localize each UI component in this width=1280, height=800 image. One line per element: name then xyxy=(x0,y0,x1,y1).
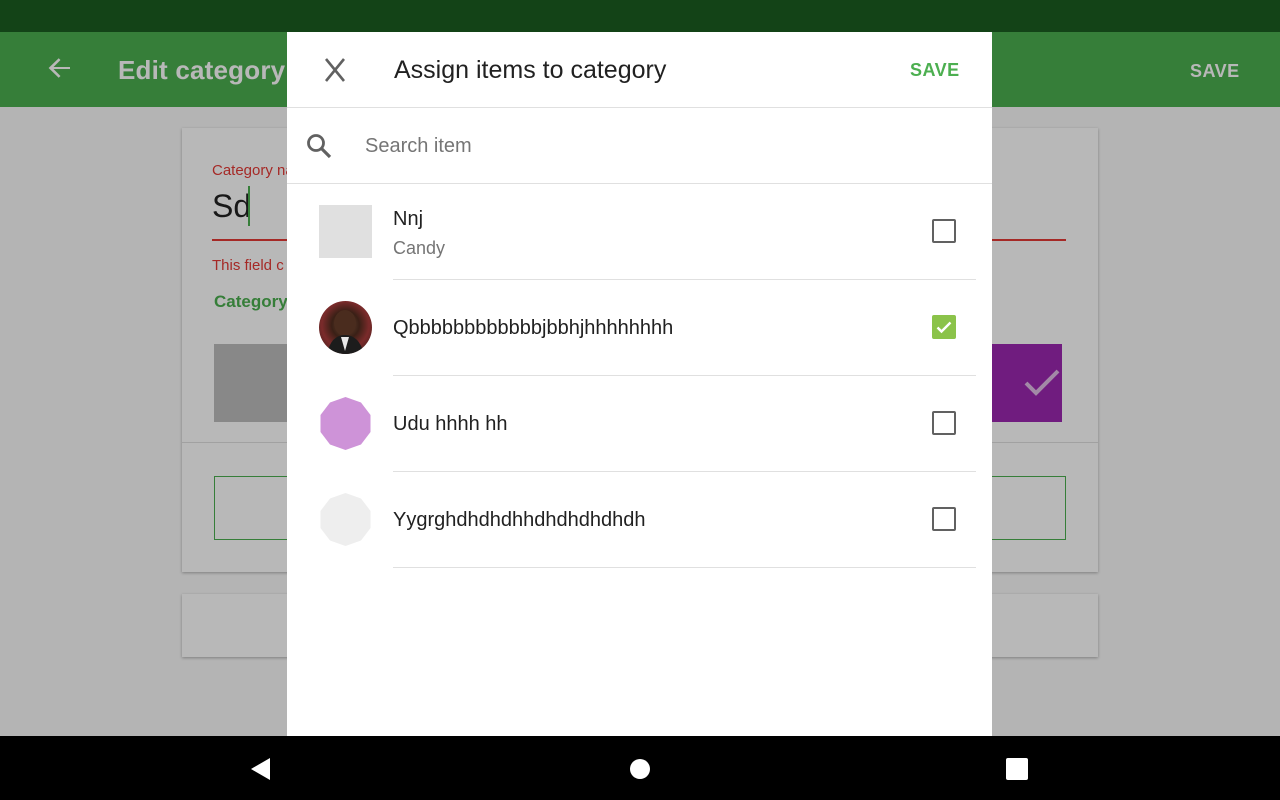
back-triangle-icon[interactable] xyxy=(248,756,274,782)
item-list: Nnj Candy Qbbbbbbbbbbbbjbbhjhhhhhhhh Udu… xyxy=(287,184,992,568)
item-octagon-thumbnail xyxy=(319,493,372,546)
recents-square-icon[interactable] xyxy=(1004,756,1030,782)
checkmark-icon xyxy=(936,321,952,334)
item-thumbnail xyxy=(319,205,372,258)
item-checkbox[interactable] xyxy=(932,219,956,243)
item-checkbox[interactable] xyxy=(932,411,956,435)
navigation-bar xyxy=(0,736,1280,800)
assign-items-dialog: Assign items to category SAVE Nnj Candy xyxy=(287,32,992,736)
search-bar xyxy=(287,108,992,184)
home-circle-icon[interactable] xyxy=(627,756,653,782)
item-category: Candy xyxy=(393,238,446,258)
item-octagon-thumbnail xyxy=(319,397,372,450)
row-divider xyxy=(393,567,976,568)
item-checkbox-checked[interactable] xyxy=(932,315,956,339)
list-item[interactable]: Nnj Candy xyxy=(287,184,992,280)
list-item[interactable]: Qbbbbbbbbbbbbjbbhjhhhhhhhh xyxy=(287,280,992,376)
item-name: Udu hhhh hh xyxy=(393,413,508,435)
list-item[interactable]: Udu hhhh hh xyxy=(287,376,992,472)
item-photo-avatar xyxy=(319,301,372,354)
item-name: Nnj xyxy=(393,208,424,230)
dialog-header: Assign items to category SAVE xyxy=(287,32,992,108)
dialog-save-button[interactable]: SAVE xyxy=(910,60,960,81)
close-icon[interactable] xyxy=(317,54,353,86)
search-input[interactable] xyxy=(365,126,965,166)
list-item[interactable]: Yygrghdhdhdhhdhdhdhdhdh xyxy=(287,472,992,568)
item-name: Qbbbbbbbbbbbbjbbhjhhhhhhhh xyxy=(393,317,674,339)
item-name: Yygrghdhdhdhhdhdhdhdhdh xyxy=(393,509,646,531)
dialog-title: Assign items to category xyxy=(394,56,667,84)
item-checkbox[interactable] xyxy=(932,507,956,531)
search-icon xyxy=(305,132,333,160)
